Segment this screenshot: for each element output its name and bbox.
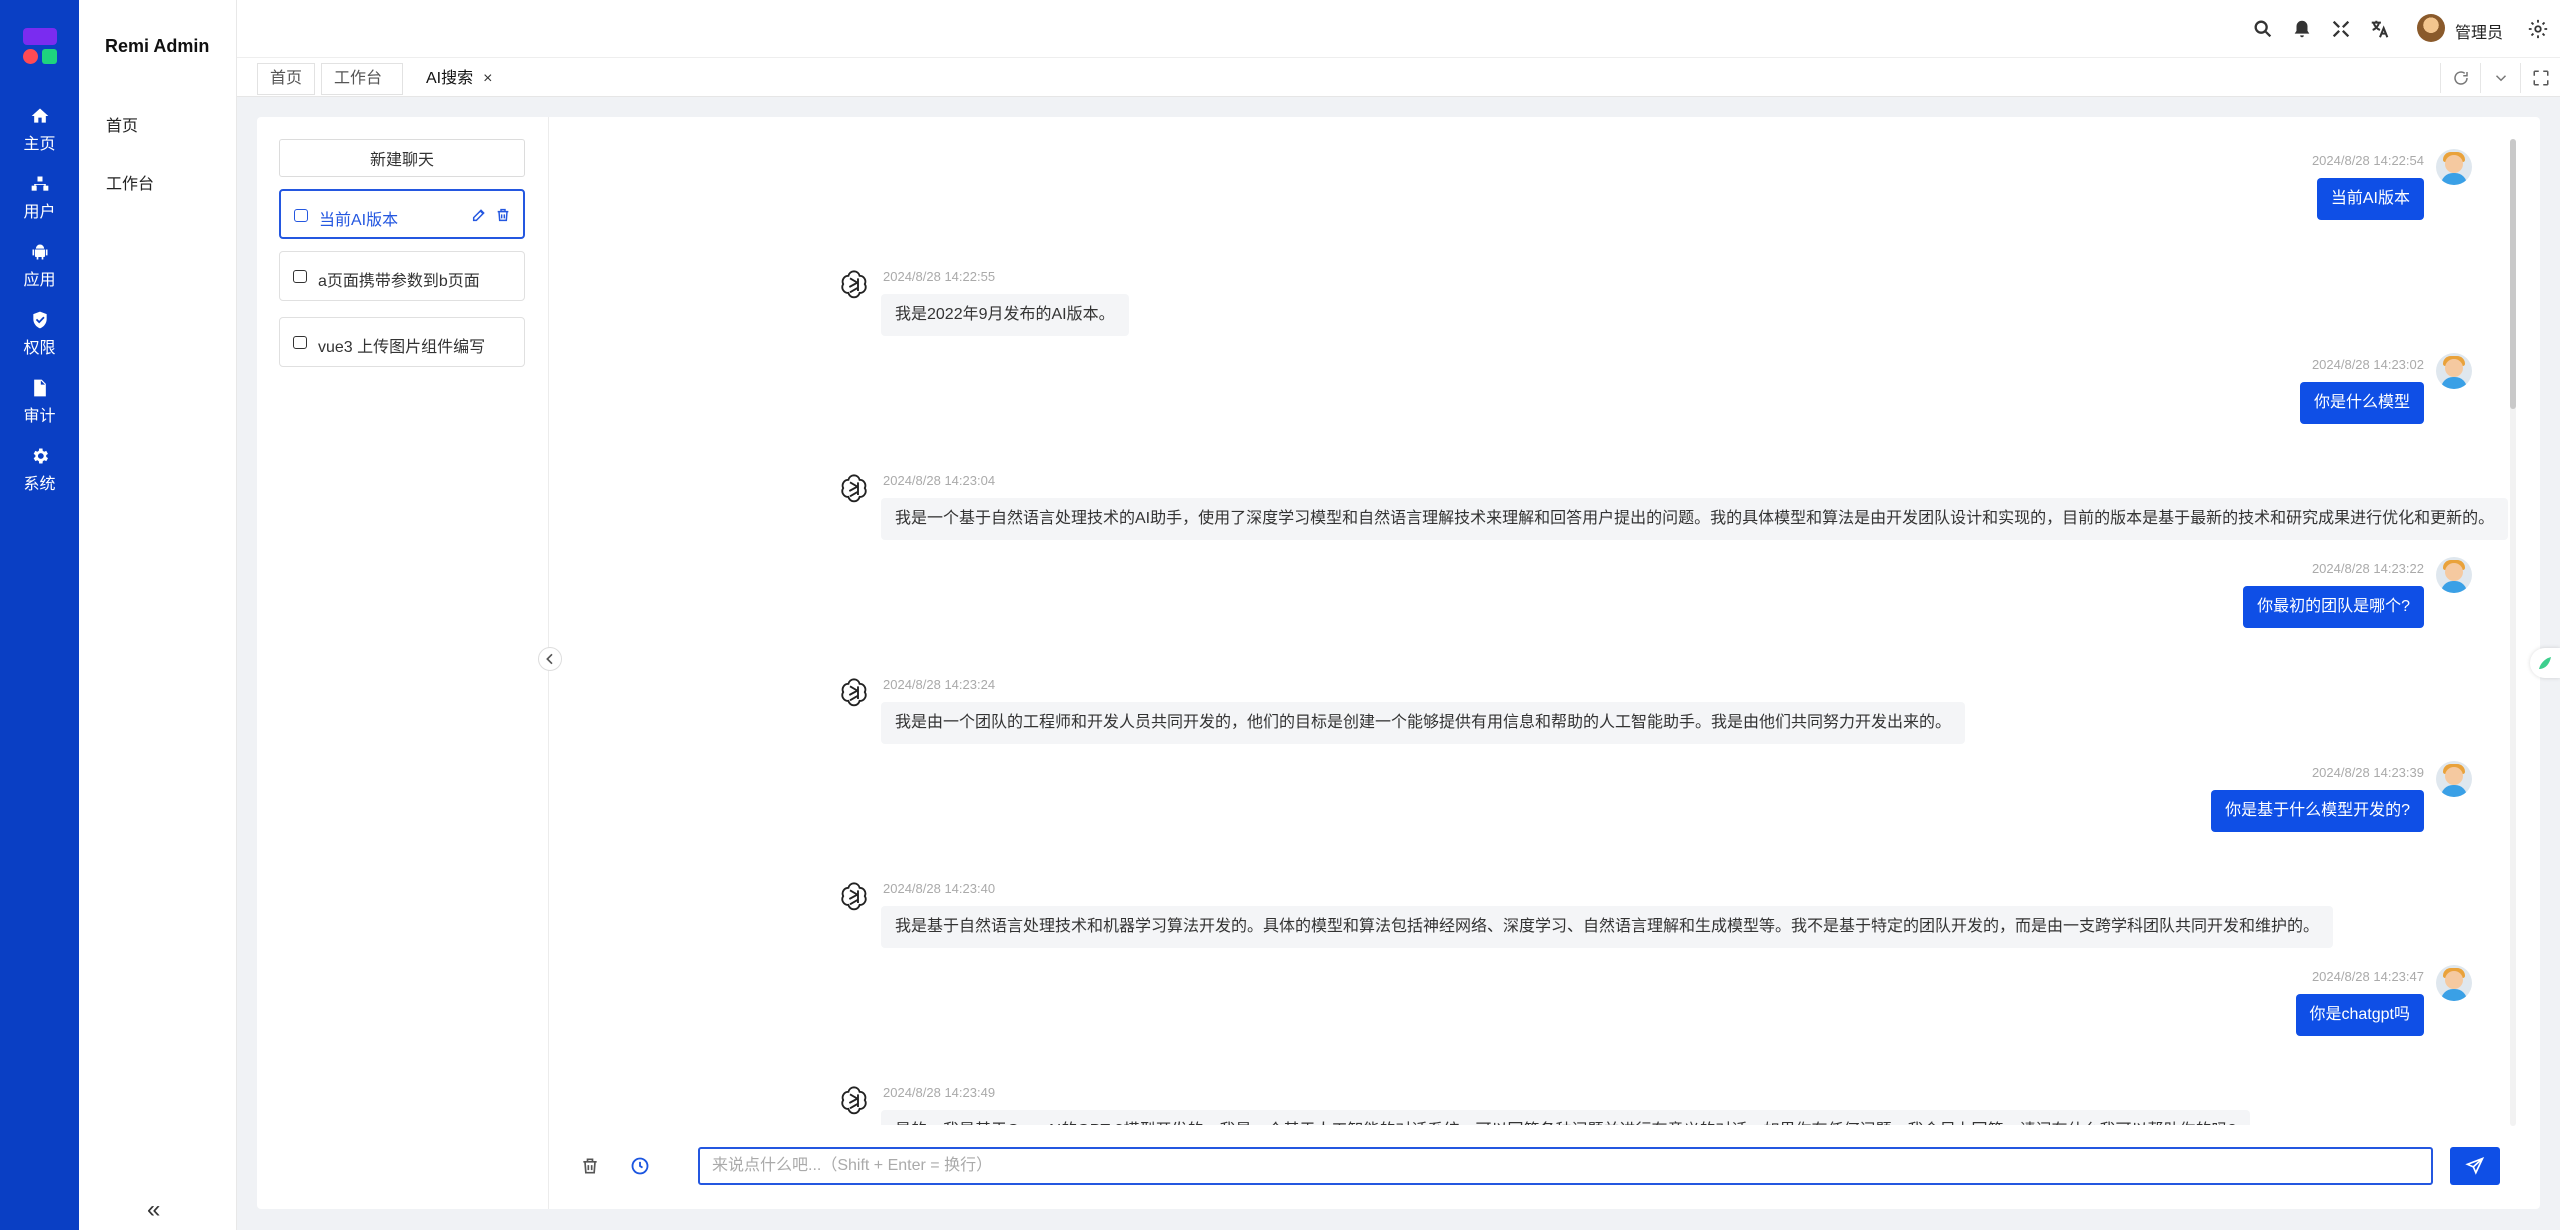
message-icon <box>293 336 307 349</box>
message-time: 2024/8/28 14:23:22 <box>2311 561 2424 576</box>
user-name[interactable]: 管理员 <box>2455 19 2503 43</box>
ai-avatar-icon <box>838 267 870 299</box>
file-icon <box>33 379 46 397</box>
message-time: 2024/8/28 14:22:55 <box>883 269 996 284</box>
rail-item-audit[interactable]: 审计 <box>0 372 79 432</box>
message-time: 2024/8/28 14:23:47 <box>2311 969 2424 984</box>
bell-icon[interactable] <box>2291 18 2313 40</box>
chat-input[interactable] <box>698 1147 2433 1185</box>
refresh-tab-button[interactable] <box>2440 63 2480 93</box>
chat-history-item[interactable]: vue3 上传图片组件编写 <box>279 317 525 367</box>
rail-item-apps[interactable]: 应用 <box>0 236 79 296</box>
tabs-bar: 首页 工作台 AI搜索 × <box>237 57 2560 97</box>
sub-navigation: Remi Admin 首页 工作台 « <box>79 0 237 1230</box>
home-icon <box>31 108 48 123</box>
send-button[interactable] <box>2450 1147 2500 1185</box>
ai-avatar-icon <box>838 675 870 707</box>
message-list: 2024/8/28 14:22:54 当前AI版本 2024/8/28 14:22:… <box>550 117 2510 1125</box>
user-message: 你最初的团队是哪个? <box>2243 586 2424 628</box>
user-message: 你是什么模型 <box>2299 382 2424 424</box>
gear-icon <box>33 448 48 464</box>
top-header: 管理员 <box>237 0 2560 57</box>
android-icon <box>32 244 47 260</box>
user-avatar <box>2436 965 2472 1001</box>
ai-message: 我是基于自然语言处理技术和机器学习算法开发的。具体的模型和算法包括神经网络、深度… <box>881 906 2334 948</box>
ai-message: 我是2022年9月发布的AI版本。 <box>881 294 1129 336</box>
ai-message: 我是一个基于自然语言处理技术的AI助手，使用了深度学习模型和自然语言理解技术来理… <box>881 498 2509 540</box>
chat-history-panel: 新建聊天 当前AI版本 a页面携带参数到b页面 vue3 上传图片组件编写 <box>257 117 562 1209</box>
main-rail: 主页 用户 应用 权限 审计 系统 <box>0 0 79 1230</box>
send-icon <box>2465 1156 2485 1175</box>
ai-avatar-icon <box>838 1083 870 1115</box>
ai-message: 我是由一个团队的工程师和开发人员共同开发的，他们的目标是创建一个能够提供有用信息… <box>881 702 1966 744</box>
rail-item-label: 系统 <box>23 476 56 493</box>
message-scrollbar[interactable] <box>2510 139 2516 1126</box>
ai-message: 是的，我是基于OpenAI的GPT-3模型开发的。我是一个基于人工智能的对话系统… <box>881 1110 2251 1125</box>
subnav-item-home[interactable]: 首页 <box>106 112 138 136</box>
chat-history-item[interactable]: a页面携带参数到b页面 <box>279 251 525 301</box>
tab-home[interactable]: 首页 <box>257 63 316 95</box>
clear-chat-button[interactable] <box>575 1151 605 1181</box>
user-avatar <box>2436 557 2472 593</box>
user-avatar <box>2436 353 2472 389</box>
message-icon <box>294 209 308 222</box>
user-avatar[interactable] <box>2417 14 2445 42</box>
shield-icon <box>32 311 47 329</box>
collapse-sidebar-button[interactable]: « <box>147 1196 160 1224</box>
rail-item-label: 审计 <box>23 408 56 425</box>
users-icon <box>31 176 48 191</box>
expand-icon <box>2533 70 2548 86</box>
message-time: 2024/8/28 14:23:39 <box>2311 765 2424 780</box>
user-avatar <box>2436 149 2472 185</box>
message-time: 2024/8/28 14:23:24 <box>883 677 996 692</box>
rail-item-label: 应用 <box>23 272 56 289</box>
tab-menu-button[interactable] <box>2480 63 2520 93</box>
clock-icon <box>631 1157 649 1175</box>
tab-workbench[interactable]: 工作台 <box>321 63 403 95</box>
delete-icon[interactable] <box>495 207 511 223</box>
new-chat-button[interactable]: 新建聊天 <box>279 139 525 177</box>
rail-item-system[interactable]: 系统 <box>0 440 79 500</box>
rail-item-permissions[interactable]: 权限 <box>0 304 79 364</box>
ai-avatar-icon <box>838 879 870 911</box>
tab-close-icon[interactable]: × <box>483 70 492 87</box>
tab-ai-search[interactable]: AI搜索 × <box>413 63 506 95</box>
ai-chat-card: 新建聊天 当前AI版本 a页面携带参数到b页面 vue3 上传图片组件编写 20… <box>257 117 2540 1209</box>
fullscreen-icon[interactable] <box>2330 18 2352 40</box>
rail-item-label: 主页 <box>23 136 56 153</box>
message-time: 2024/8/28 14:23:02 <box>2311 357 2424 372</box>
floating-helper-icon[interactable] <box>2530 648 2560 678</box>
subnav-item-workbench[interactable]: 工作台 <box>106 170 154 194</box>
rail-item-label: 用户 <box>23 204 56 221</box>
scrollbar-thumb[interactable] <box>2510 139 2516 409</box>
maximize-content-button[interactable] <box>2520 63 2560 93</box>
translate-icon[interactable] <box>2369 18 2391 40</box>
rail-item-home[interactable]: 主页 <box>0 100 79 160</box>
chevron-down-icon <box>2495 75 2506 82</box>
trash-icon <box>583 1158 597 1174</box>
chat-history-item[interactable]: 当前AI版本 <box>279 189 525 239</box>
message-time: 2024/8/28 14:23:49 <box>883 1085 996 1100</box>
user-avatar <box>2436 761 2472 797</box>
search-icon[interactable] <box>2252 18 2274 40</box>
app-logo <box>23 28 57 66</box>
message-time: 2024/8/28 14:22:54 <box>2311 153 2424 168</box>
settings-icon[interactable] <box>2527 18 2549 40</box>
user-message: 你是chatgpt吗 <box>2295 994 2424 1036</box>
rail-item-label: 权限 <box>23 340 56 357</box>
refresh-icon <box>2453 71 2468 85</box>
message-icon <box>293 270 307 283</box>
message-time: 2024/8/28 14:23:04 <box>883 473 996 488</box>
brand-title: Remi Admin <box>105 36 210 56</box>
edit-icon[interactable] <box>471 207 487 223</box>
history-button[interactable] <box>625 1151 655 1181</box>
user-message: 当前AI版本 <box>2316 178 2424 220</box>
user-message: 你是基于什么模型开发的? <box>2211 790 2424 832</box>
message-time: 2024/8/28 14:23:40 <box>883 881 996 896</box>
input-row <box>550 1125 2540 1209</box>
rail-item-users[interactable]: 用户 <box>0 168 79 228</box>
ai-avatar-icon <box>838 471 870 503</box>
